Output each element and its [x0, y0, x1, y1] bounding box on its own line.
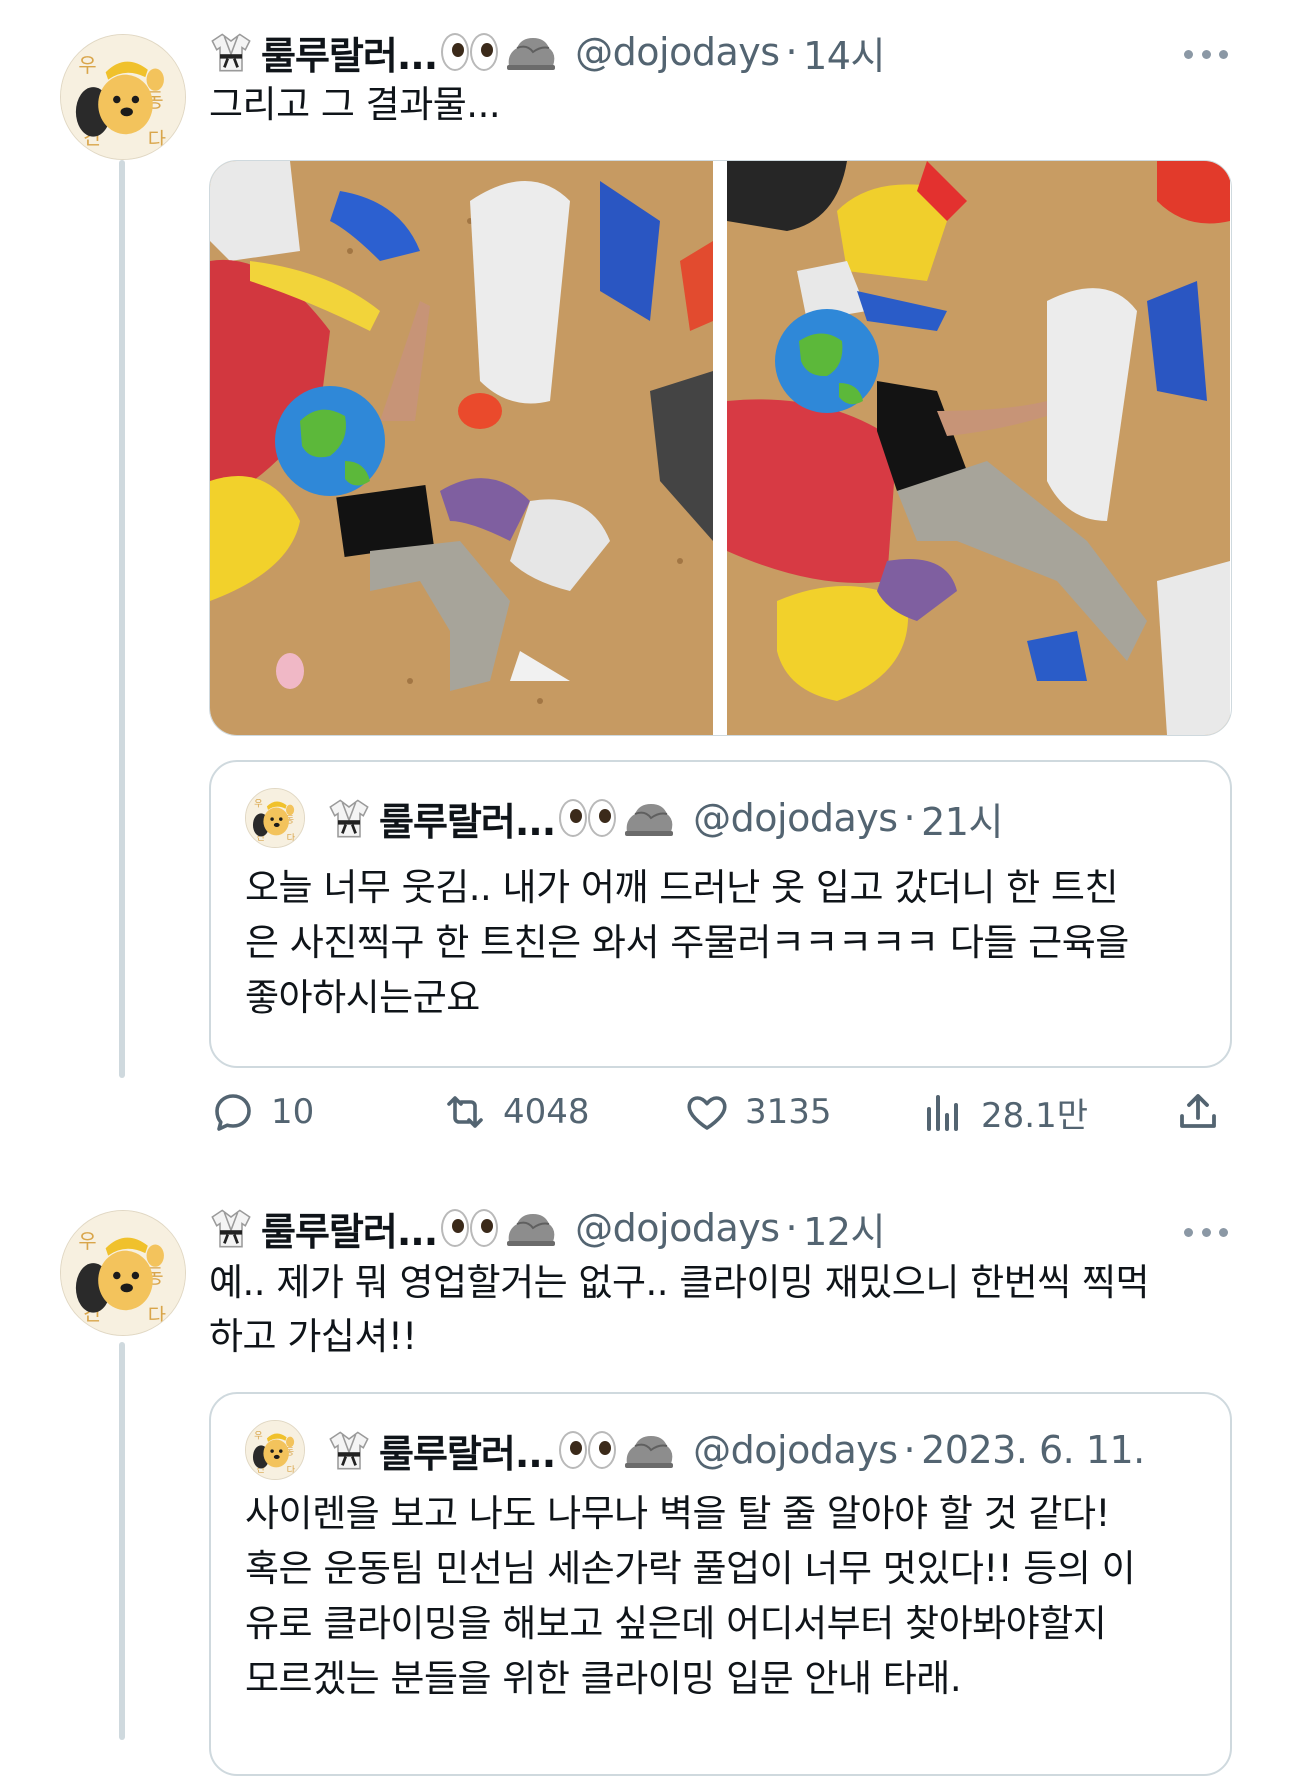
timestamp[interactable]: 12시: [803, 1201, 885, 1256]
more-icon[interactable]: [1184, 50, 1228, 62]
reply-count: 10: [271, 1092, 315, 1132]
tweet-actions: 10 4048 3135 28.1만: [209, 1078, 1230, 1148]
tweet-text: 그리고 그 결과물...: [209, 83, 501, 126]
handle[interactable]: @dojodays: [575, 30, 780, 74]
rock-icon: [505, 1208, 557, 1248]
karate-gi-icon: [327, 1428, 371, 1472]
tweet-header: 룰루랄러... @dojodays · 12시: [209, 1200, 885, 1256]
like-count: 3135: [745, 1092, 832, 1132]
quoted-tweet-header: 룰루랄러... @dojodays · 2023. 6. 11.: [245, 1420, 1145, 1480]
avatar: [245, 1420, 305, 1480]
view-count: 28.1만: [981, 1096, 1088, 1136]
timestamp: 2023. 6. 11.: [921, 1428, 1145, 1472]
avatar[interactable]: [60, 1210, 186, 1336]
karate-gi-icon: [209, 30, 253, 74]
quoted-tweet[interactable]: 룰루랄러... @dojodays · 21시 오늘 너무 웃김.. 내가 어깨…: [209, 760, 1232, 1068]
rock-icon: [505, 32, 557, 72]
tweet[interactable]: 룰루랄러... @dojodays · 14시 그리고 그 결과물... 룰루랄…: [0, 0, 1290, 1170]
handle[interactable]: @dojodays: [575, 1206, 780, 1250]
display-name: 룰루랄러...: [379, 799, 556, 844]
retweet-count: 4048: [503, 1092, 590, 1132]
reply-button[interactable]: 10: [209, 1088, 314, 1136]
retweet-icon: [447, 1096, 483, 1128]
quoted-tweet-text: 오늘 너무 웃김.. 내가 어깨 드러난 옷 입고 갔더니 한 트친 은 사진찍…: [245, 866, 1129, 1019]
timestamp: 21시: [921, 799, 1003, 844]
separator-dot: ·: [903, 1428, 916, 1472]
eyes-icon: [559, 799, 617, 837]
separator-dot: ·: [785, 1206, 798, 1250]
like-icon: [687, 1096, 727, 1130]
avatar: [245, 788, 305, 848]
reply-icon: [215, 1094, 251, 1131]
separator-dot: ·: [785, 30, 798, 74]
rock-icon: [623, 798, 675, 838]
climbing-photo-1[interactable]: [210, 161, 715, 735]
eyes-icon: [441, 33, 499, 71]
timestamp[interactable]: 14시: [803, 25, 885, 80]
eyes-icon: [441, 1209, 499, 1247]
views-button[interactable]: 28.1만: [919, 1088, 1088, 1137]
display-name[interactable]: 룰루랄러...: [261, 25, 438, 80]
tweet-text: 예.. 제가 뭐 영업할거는 없구.. 클라이밍 재밌으니 한번씩 찍먹 하고 …: [209, 1261, 1150, 1358]
handle: @dojodays: [693, 796, 898, 840]
share-button[interactable]: [1174, 1088, 1236, 1136]
avatar[interactable]: [60, 34, 186, 160]
share-icon: [1180, 1094, 1216, 1128]
display-name[interactable]: 룰루랄러...: [261, 1201, 438, 1256]
climbing-photo-2[interactable]: [726, 161, 1232, 735]
quoted-tweet-header: 룰루랄러... @dojodays · 21시: [245, 788, 1003, 848]
rock-icon: [623, 1430, 675, 1470]
retweet-button[interactable]: 4048: [441, 1088, 590, 1136]
handle: @dojodays: [693, 1428, 898, 1472]
views-icon: [927, 1094, 958, 1131]
like-button[interactable]: 3135: [683, 1088, 832, 1136]
media-grid[interactable]: [209, 160, 1232, 736]
tweet-header: 룰루랄러... @dojodays · 14시: [209, 24, 885, 80]
quoted-tweet[interactable]: 룰루랄러... @dojodays · 2023. 6. 11. 사이렌을 보고…: [209, 1392, 1232, 1776]
karate-gi-icon: [327, 796, 371, 840]
eyes-icon: [559, 1431, 617, 1469]
display-name: 룰루랄러...: [379, 1431, 556, 1476]
quoted-tweet-text: 사이렌을 보고 나도 나무나 벽을 탈 줄 알아야 할 것 같다! 혹은 운동팀…: [245, 1492, 1136, 1700]
separator-dot: ·: [903, 796, 916, 840]
more-icon[interactable]: [1184, 1228, 1228, 1240]
karate-gi-icon: [209, 1206, 253, 1250]
tweet[interactable]: 룰루랄러... @dojodays · 12시 예.. 제가 뭐 영업할거는 없…: [0, 1200, 1290, 1776]
